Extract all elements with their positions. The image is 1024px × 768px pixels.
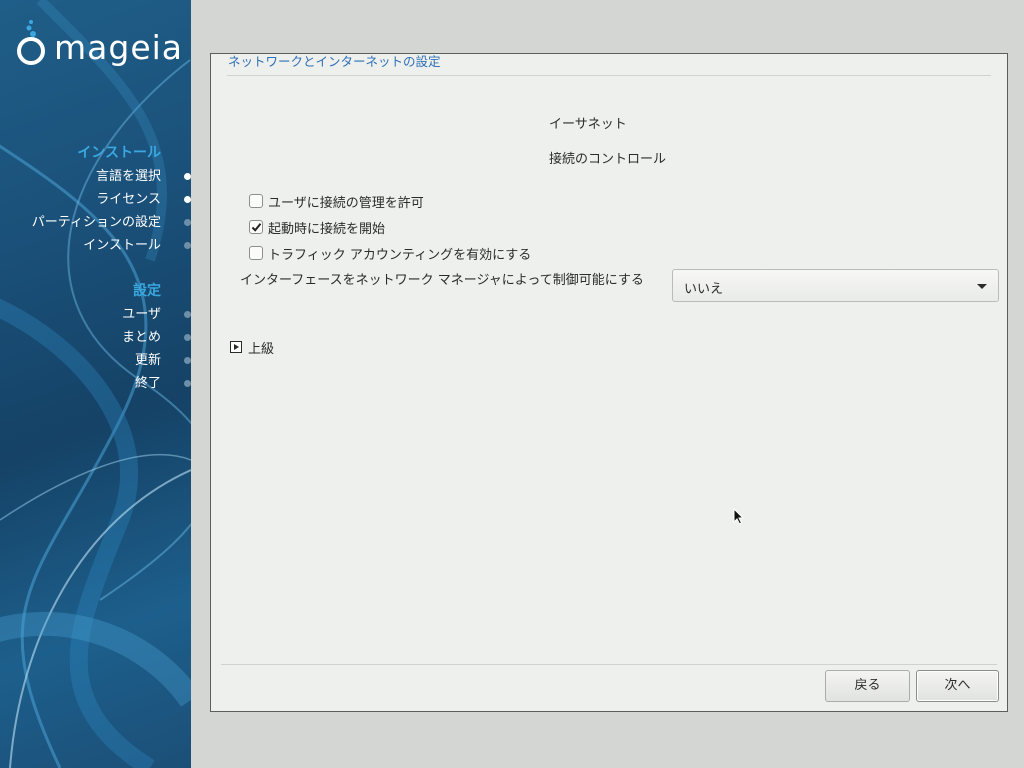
panel-title: ネットワークとインターネットの設定 bbox=[228, 54, 441, 69]
next-button[interactable]: 次へ bbox=[916, 670, 999, 702]
mageia-cauldron-icon bbox=[17, 20, 45, 65]
connection-control-heading: 接続のコントロール bbox=[549, 152, 667, 167]
network-manager-control-value: いいえ bbox=[684, 282, 724, 297]
sidebar-item-language: 言語を選択 bbox=[32, 165, 191, 188]
sidebar-background-swirls bbox=[0, 0, 191, 768]
step-done-icon bbox=[184, 196, 191, 203]
expander-arrow-icon[interactable] bbox=[230, 341, 242, 353]
title-divider bbox=[227, 75, 991, 76]
mouse-pointer-icon bbox=[733, 508, 745, 525]
start-on-boot-option[interactable]: 起動時に接続を開始 bbox=[249, 217, 385, 237]
start-on-boot-label: 起動時に接続を開始 bbox=[268, 221, 386, 237]
mageia-wordmark: mageia bbox=[54, 28, 184, 67]
sidebar-item-license: ライセンス bbox=[32, 188, 191, 211]
step-pending-icon bbox=[184, 219, 191, 226]
sidebar-item-summary: まとめ bbox=[122, 326, 191, 349]
step-pending-icon bbox=[184, 334, 191, 341]
sidebar-group-config: 設定 ユーザ まとめ 更新 終了 bbox=[122, 280, 191, 395]
button-divider bbox=[221, 664, 997, 665]
step-pending-icon bbox=[184, 311, 191, 318]
traffic-accounting-label: トラフィック アカウンティングを有効にする bbox=[268, 247, 532, 263]
dropdown-arrow-icon bbox=[977, 284, 987, 289]
traffic-accounting-checkbox[interactable] bbox=[249, 246, 263, 260]
sidebar-group-install: インストール 言語を選択 ライセンス パーティションの設定 インストール bbox=[32, 142, 191, 257]
sidebar: mageia インストール 言語を選択 ライセンス パーティションの設定 インス… bbox=[0, 0, 191, 768]
allow-user-manage-label: ユーザに接続の管理を許可 bbox=[268, 195, 424, 211]
checkmark-icon bbox=[251, 223, 262, 232]
network-manager-control-label: インターフェースをネットワーク マネージャによって制御可能にする bbox=[240, 273, 644, 288]
network-config-panel: ネットワークとインターネットの設定 イーサネット 接続のコントロール ユーザに接… bbox=[210, 53, 1008, 712]
traffic-accounting-option[interactable]: トラフィック アカウンティングを有効にする bbox=[249, 243, 531, 263]
allow-user-manage-option[interactable]: ユーザに接続の管理を許可 bbox=[249, 191, 424, 211]
advanced-label: 上級 bbox=[248, 341, 275, 357]
ethernet-heading: イーサネット bbox=[549, 117, 627, 132]
sidebar-heading-install: インストール bbox=[77, 145, 161, 161]
sidebar-heading-config: 設定 bbox=[133, 283, 161, 299]
sidebar-item-install: インストール bbox=[32, 234, 191, 257]
step-pending-icon bbox=[184, 380, 191, 387]
step-pending-icon bbox=[184, 357, 191, 364]
sidebar-item-finish: 終了 bbox=[122, 372, 191, 395]
sidebar-item-updates: 更新 bbox=[122, 349, 191, 372]
step-done-icon bbox=[184, 173, 191, 180]
mageia-logo: mageia bbox=[14, 18, 184, 68]
network-manager-control-select[interactable]: いいえ bbox=[672, 269, 999, 302]
sidebar-item-partitioning: パーティションの設定 bbox=[32, 211, 191, 234]
advanced-expander[interactable]: 上級 bbox=[230, 338, 275, 357]
start-on-boot-checkbox[interactable] bbox=[249, 220, 263, 234]
allow-user-manage-checkbox[interactable] bbox=[249, 194, 263, 208]
sidebar-item-users: ユーザ bbox=[122, 303, 191, 326]
step-pending-icon bbox=[184, 242, 191, 249]
back-button[interactable]: 戻る bbox=[825, 670, 910, 702]
